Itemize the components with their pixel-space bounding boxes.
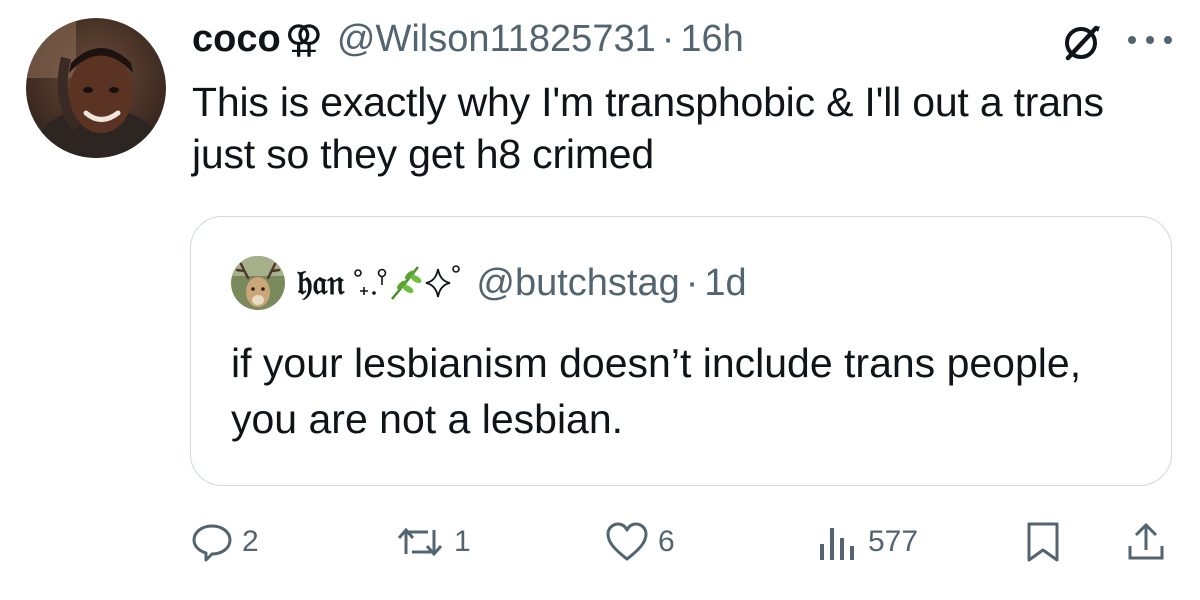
separator-dot: ·: [661, 17, 675, 60]
reply-icon: [192, 524, 232, 562]
tweet-action-bar: 2 1 6 577: [0, 510, 1200, 574]
deer-avatar-image: [231, 256, 285, 310]
author-avatar[interactable]: [26, 18, 166, 158]
tweet-text: This is exactly why I'm transphobic & I'…: [192, 79, 1104, 177]
author-handle[interactable]: @Wilson11825731: [337, 18, 656, 61]
quoted-name-decoration: [352, 261, 462, 305]
reply-button[interactable]: 2: [190, 518, 259, 566]
quoted-tweet-text: if your lesbianism doesn’t include trans…: [231, 340, 1082, 442]
reply-count: 2: [242, 525, 259, 558]
repost-count: 1: [454, 525, 471, 558]
quoted-author-handle[interactable]: @butchstag: [476, 262, 679, 305]
quoted-tweet-card[interactable]: 𝔥𝔞𝔫 @butchstag · 1d if your lesbianism d…: [190, 216, 1172, 486]
more-icon[interactable]: [1124, 30, 1176, 50]
tweet-timestamp[interactable]: 16h: [680, 18, 743, 61]
views-button[interactable]: 577: [816, 518, 918, 566]
quoted-author-display-name[interactable]: 𝔥𝔞𝔫: [297, 263, 344, 303]
tweet-header: coco ⚢ @Wilson11825731 · 16h: [192, 14, 744, 64]
like-count: 6: [658, 525, 675, 558]
quoted-separator-dot: ·: [685, 261, 699, 304]
author-display-name[interactable]: coco: [192, 18, 281, 61]
avatar-image: [26, 18, 166, 158]
quoted-author-avatar[interactable]: [231, 256, 285, 310]
share-button[interactable]: [1124, 518, 1168, 566]
view-count: 577: [868, 525, 919, 558]
bookmark-button[interactable]: [1024, 518, 1062, 566]
quoted-tweet-header: 𝔥𝔞𝔫 @butchstag · 1d: [231, 255, 747, 311]
like-button[interactable]: 6: [604, 518, 675, 566]
share-icon: [1128, 522, 1164, 560]
views-icon: [820, 528, 854, 560]
leaf-sparkle-decoration-icon: [354, 265, 461, 300]
repost-button[interactable]: 1: [394, 518, 471, 566]
repost-icon: [397, 527, 443, 557]
name-glyph: ⚢: [284, 18, 323, 61]
quoted-tweet-timestamp[interactable]: 1d: [704, 262, 746, 305]
bookmark-icon: [1027, 522, 1059, 562]
heart-icon: [606, 522, 648, 561]
grok-icon[interactable]: [1060, 22, 1102, 64]
